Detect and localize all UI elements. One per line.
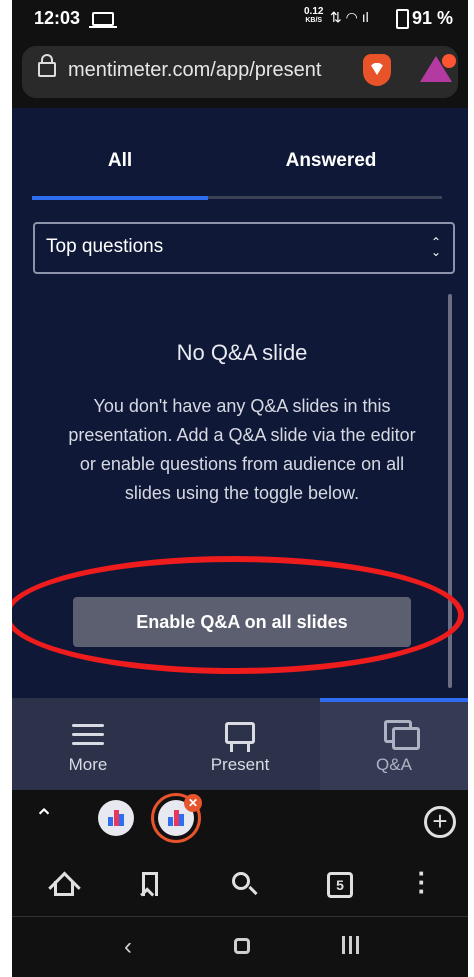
red-annotation-circle — [12, 556, 464, 674]
back-icon[interactable]: ‹ — [124, 933, 132, 961]
network-speed-unit: KB/S — [305, 17, 323, 24]
network-speed: 0.12 KB/S — [304, 7, 323, 25]
browser-tab-1[interactable] — [98, 800, 134, 836]
nav-qa-label: Q&A — [376, 755, 412, 774]
presentation-stand-icon — [230, 744, 250, 752]
nav-more[interactable]: More — [12, 698, 164, 790]
home-button-icon[interactable] — [234, 938, 250, 954]
hamburger-icon — [72, 722, 104, 748]
sort-select[interactable]: Top questions ⌃ ⌄ — [33, 222, 455, 274]
nav-qa[interactable]: Q&A — [320, 698, 468, 790]
nav-active-indicator — [320, 698, 468, 702]
recents-icon[interactable] — [342, 936, 360, 954]
updown-chevron-icon: ⌃ ⌄ — [430, 235, 441, 259]
tab-active-indicator — [32, 196, 208, 200]
mentimeter-favicon — [108, 810, 124, 826]
home-icon[interactable] — [48, 868, 81, 905]
network-speed-value: 0.12 — [304, 6, 324, 17]
nav-present-label: Present — [210, 755, 270, 774]
chat-bubble-front-icon — [392, 727, 420, 750]
phone-screen: 12:03 0.12 KB/S ⇅ ◠ ıl 91 % mentimeter.c… — [12, 0, 468, 977]
signal-icons: ⇅ ◠ ıl — [330, 9, 369, 25]
mentimeter-favicon — [168, 810, 184, 826]
empty-state-message: You don't have any Q&A slides in this pr… — [68, 396, 416, 503]
battery-icon — [396, 9, 409, 29]
status-time: 12:03 — [34, 8, 81, 28]
app-bottom-nav: More Present Q&A — [12, 698, 468, 790]
url-text[interactable]: mentimeter.com/app/present — [68, 59, 352, 82]
system-nav-bar: ‹ — [12, 916, 468, 977]
tab-switcher-button[interactable]: 5 — [324, 868, 356, 900]
empty-state-title: No Q&A slide — [176, 340, 308, 365]
address-bar[interactable]: mentimeter.com/app/present — [22, 46, 458, 98]
nav-present[interactable]: Present — [164, 698, 316, 790]
image-border-left — [0, 0, 12, 977]
brave-shields-icon[interactable] — [363, 54, 391, 86]
qa-panel: All Answered Top questions ⌃ ⌄ No Q&A sli… — [12, 108, 468, 698]
close-tab-icon[interactable]: ✕ — [184, 794, 202, 812]
battery-percent: 91 % — [412, 8, 454, 28]
chevron-up-icon[interactable]: ⌃ — [34, 804, 54, 833]
presentation-icon — [225, 722, 255, 744]
image-border-right — [468, 0, 474, 977]
tab-answered[interactable]: Answered — [238, 150, 424, 172]
browser-toolbar: 5 · · · — [12, 854, 468, 916]
more-options-icon[interactable]: · · · — [406, 860, 438, 904]
laptop-icon — [89, 12, 117, 28]
browser-tab-strip: ⌃ ✕ + — [12, 790, 468, 854]
new-tab-icon[interactable]: + — [424, 806, 456, 838]
status-bar: 12:03 0.12 KB/S ⇅ ◠ ıl 91 % — [12, 0, 468, 38]
search-icon[interactable] — [228, 868, 260, 900]
rewards-badge — [442, 54, 456, 68]
nav-more-label: More — [68, 755, 108, 774]
sort-select-value: Top questions — [46, 236, 164, 257]
lock-icon[interactable] — [38, 54, 56, 77]
tab-count: 5 — [327, 872, 353, 898]
tab-all[interactable]: All — [32, 150, 208, 172]
bookmark-icon[interactable] — [134, 868, 166, 900]
